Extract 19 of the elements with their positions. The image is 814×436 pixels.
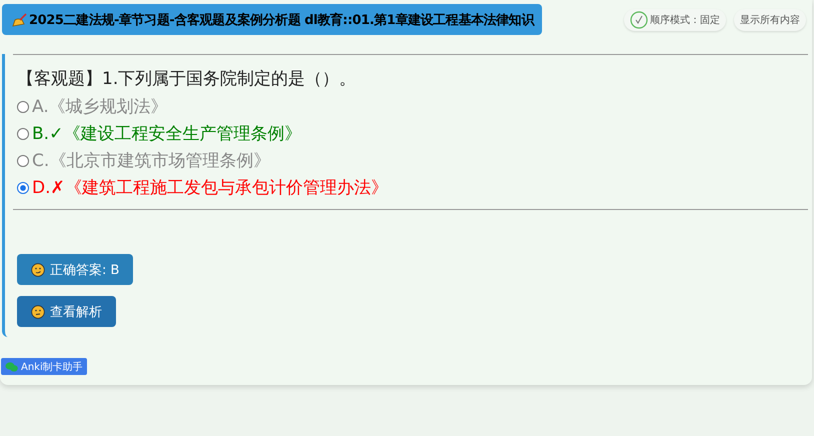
chat-bubbles-icon bbox=[5, 362, 18, 372]
anki-helper-badge[interactable]: Anki制卡助手 bbox=[1, 358, 87, 375]
radio-button[interactable] bbox=[17, 182, 29, 194]
question-text: 【客观题】1.下列属于国务院制定的是（）。 bbox=[17, 68, 358, 91]
show-all-button[interactable]: 显示所有内容 bbox=[734, 8, 806, 30]
answer-option: B.✓《建设工程安全生产管理条例》 bbox=[32, 122, 302, 145]
radio-button[interactable] bbox=[17, 128, 29, 140]
smirk-face-icon bbox=[31, 262, 45, 276]
radio-button[interactable] bbox=[17, 100, 29, 112]
view-analysis-button[interactable]: 查看解析 bbox=[17, 296, 116, 327]
correct-answer-button[interactable]: 正确答案: B bbox=[17, 254, 134, 285]
answer-option: D.✗《建筑工程施工发包与承包计价管理办法》 bbox=[32, 176, 388, 199]
radio-button[interactable] bbox=[17, 154, 29, 166]
answer-option: A.《城乡规划法》 bbox=[32, 95, 168, 118]
answer-option: C.《北京市建筑市场管理条例》 bbox=[32, 149, 270, 172]
deck-title: 2025二建法规-章节习题-含客观题及案例分析题 dl教育::01.第1章建设工程基本法律知识 bbox=[2, 4, 542, 35]
thinking-face-icon bbox=[31, 304, 45, 318]
order-mode-toggle[interactable]: 顺序模式：固定 bbox=[624, 8, 726, 30]
check-circle-icon bbox=[630, 10, 648, 28]
